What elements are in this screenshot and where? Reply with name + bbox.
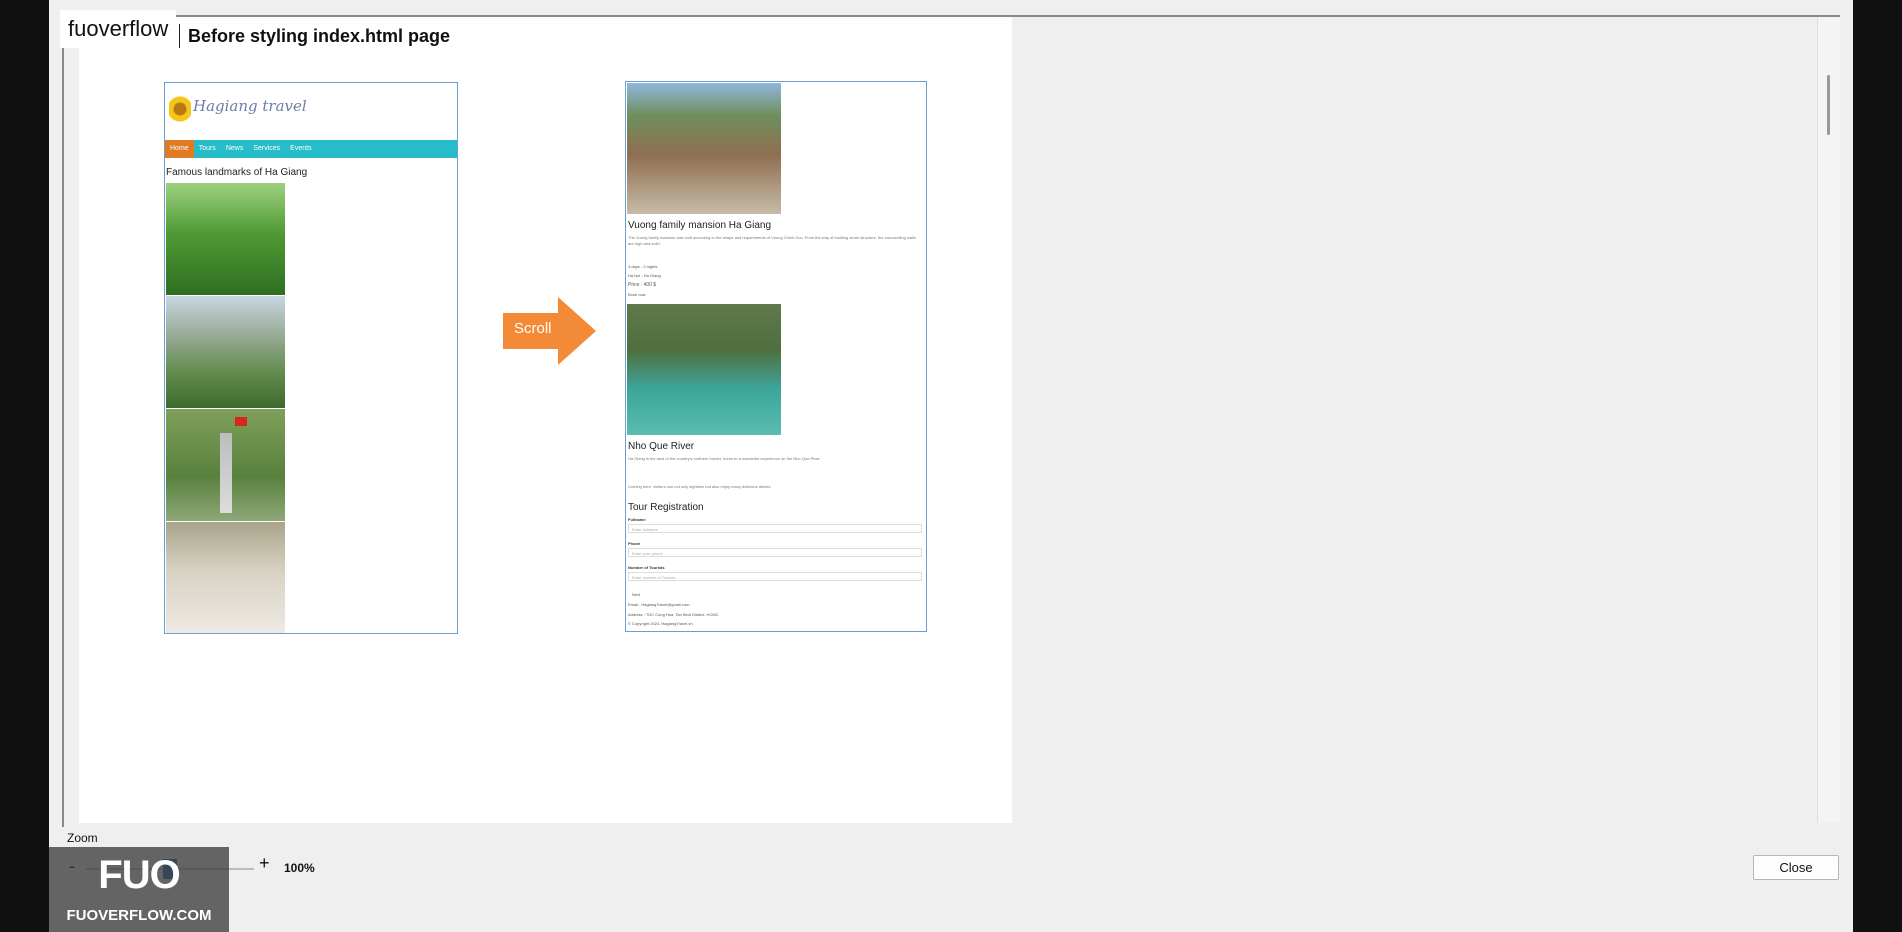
close-button[interactable]: Close xyxy=(1753,855,1839,880)
nav-item-tours: Tours xyxy=(198,145,216,152)
phone-field: Enter your phone xyxy=(628,548,922,557)
mansion-description: The Vuong family mansion was built accor… xyxy=(628,235,916,246)
slide-title: Before styling index.html page xyxy=(179,24,450,48)
river-description-2: Coming here, visitors can not only sight… xyxy=(628,484,772,489)
sun-logo-icon xyxy=(169,87,191,131)
mansion-photo xyxy=(627,83,781,214)
scrollbar-thumb[interactable] xyxy=(1827,75,1830,135)
registration-heading: Tour Registration xyxy=(628,502,704,513)
fullname-label: Fullname xyxy=(628,517,646,522)
river-description: Ha Giang is the land of the country's no… xyxy=(628,456,821,461)
nho-que-river-photo xyxy=(627,304,781,435)
flag-tower-shape xyxy=(220,433,232,513)
viewer-empty-area xyxy=(1012,17,1817,823)
phone-label: Phone xyxy=(628,541,641,546)
tourists-label: Number of Tourists xyxy=(628,565,665,570)
footer-address: Address : TDC Cong Hoa, Tan Binh Distric… xyxy=(628,612,719,617)
scroll-arrow-label: Scroll xyxy=(514,320,552,337)
site-navbar: Home Tours News Services Events xyxy=(165,140,457,158)
footer-copyright: © Copyright 2024. HagiangTravel.vn xyxy=(628,621,693,626)
zoom-in-button[interactable]: + xyxy=(259,853,270,874)
tourists-field: Enter number of Tourists xyxy=(628,572,922,581)
mountain-valley-photo xyxy=(166,296,285,408)
before-scroll-mockup: Hagiang travel Home Tours News Services … xyxy=(164,82,458,634)
mansion-heading: Vuong family mansion Ha Giang xyxy=(628,220,772,231)
nav-item-events: Events xyxy=(290,145,312,152)
flower-field-photo xyxy=(166,522,285,633)
zoom-label: Zoom xyxy=(67,831,98,845)
brand-label: fuoverflow xyxy=(60,10,177,48)
left-divider xyxy=(62,15,64,827)
river-heading: Nho Que River xyxy=(628,441,695,452)
watermark-url: FUOVERFLOW.COM xyxy=(66,907,212,924)
zoom-value: 100% xyxy=(284,861,315,875)
tour-duration: 3 days - 2 nights xyxy=(628,264,658,269)
book-now-link: Book now xyxy=(628,292,646,297)
rice-terrace-photo xyxy=(166,183,285,295)
tour-route: Ha Noi - Ha Giang xyxy=(628,273,661,278)
nav-item-news: News xyxy=(225,145,244,152)
watermark-logo: FUO xyxy=(98,853,180,897)
after-scroll-mockup: Vuong family mansion Ha Giang The Vuong … xyxy=(625,81,927,632)
site-logo-text: Hagiang travel xyxy=(193,97,307,115)
footer-email: Email : HagiangTravel@gmail.com xyxy=(628,602,690,607)
tour-price: Price : 400 $ xyxy=(628,282,657,288)
landmarks-heading: Famous landmarks of Ha Giang xyxy=(166,167,308,178)
vertical-scrollbar[interactable] xyxy=(1817,17,1840,823)
arrow-right-icon xyxy=(558,297,596,365)
fullname-field: Enter fullname xyxy=(628,524,922,533)
watermark: FUO FUOVERFLOW.COM xyxy=(49,847,229,932)
nav-item-services: Services xyxy=(253,145,281,152)
next-button: Next xyxy=(632,592,641,597)
flag-icon xyxy=(235,417,247,426)
nav-item-home: Home xyxy=(165,140,194,158)
